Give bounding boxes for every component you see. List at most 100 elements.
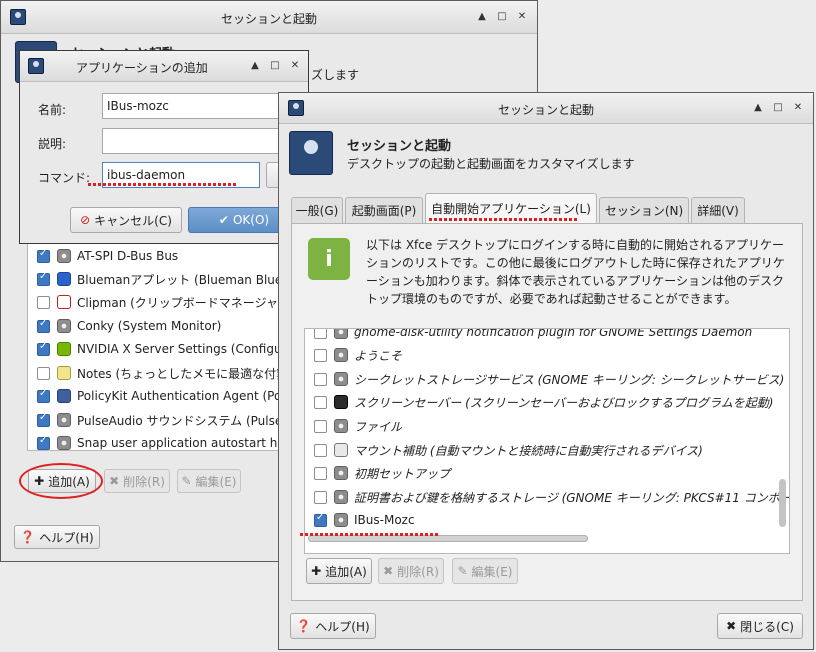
checkbox[interactable] (37, 295, 50, 309)
checkbox[interactable] (37, 435, 50, 450)
close-button[interactable]: ✖ 閉じる(C) (717, 613, 803, 639)
cancel-icon: ⊘ (80, 213, 91, 227)
close-icon[interactable]: ✕ (513, 9, 531, 25)
horizontal-scrollbar[interactable] (308, 535, 588, 542)
mount-icon (334, 443, 348, 457)
list-item[interactable]: gnome-disk-utility notification plugin f… (305, 329, 789, 343)
shade-icon[interactable]: ▲ (246, 58, 264, 74)
spell-underline (429, 218, 579, 221)
spell-underline (88, 183, 238, 186)
window-title: セッションと起動 (220, 12, 317, 26)
window-title: セッションと起動 (497, 103, 594, 117)
list-item[interactable]: Conky (System Monitor) (28, 315, 286, 337)
close-icon[interactable]: ✕ (789, 100, 807, 116)
close-icon: ✖ (726, 619, 737, 633)
gear-icon (334, 372, 348, 386)
edit-button[interactable]: ✎ 編集(E) (452, 558, 518, 584)
autostart-list[interactable]: gnome-disk-utility notification plugin f… (304, 328, 790, 554)
screensaver-icon (334, 395, 348, 409)
list-item[interactable]: AT-SPI D-Bus Bus (28, 245, 286, 267)
shade-icon[interactable]: ▲ (749, 100, 767, 116)
tab-general[interactable]: 一般(G) (291, 197, 343, 223)
checkbox[interactable] (314, 329, 327, 339)
list-item[interactable]: PolicyKit Authentication Agent (Policy (28, 385, 286, 407)
list-item[interactable]: 証明書および鍵を格納するストレージ (GNOME キーリング: PKCS#11 … (305, 486, 789, 508)
checkbox[interactable] (37, 366, 50, 380)
add-button[interactable]: ✚ 追加(A) (306, 558, 372, 584)
list-item[interactable]: NVIDIA X Server Settings (Configure (28, 338, 286, 360)
list-item[interactable]: シークレットストレージサービス (GNOME キーリング: シークレットサービス… (305, 368, 789, 390)
list-item[interactable]: ようこそ (305, 344, 789, 366)
front-window: セッションと起動 ▲ □ ✕ セッションと起動 デスクトップの起動と起動画面をカ… (278, 92, 814, 650)
delete-button[interactable]: ✖ 削除(R) (104, 469, 170, 493)
checkbox[interactable] (37, 248, 50, 263)
help-button[interactable]: ❓ ヘルプ(H) (290, 613, 376, 639)
list-item[interactable]: マウント補助 (自動マウントと接続時に自動実行されるデバイス) (305, 439, 789, 461)
vertical-scrollbar[interactable] (779, 479, 786, 527)
list-item[interactable]: PulseAudio サウンドシステム (PulseA (28, 409, 286, 431)
bluetooth-icon (57, 272, 71, 286)
checkbox[interactable] (314, 372, 327, 386)
delete-icon: ✖ (109, 474, 120, 488)
name-label: 名前: (38, 103, 67, 117)
gear-icon (334, 348, 348, 362)
checkbox[interactable] (314, 348, 327, 362)
checkbox[interactable] (37, 412, 50, 427)
checkbox[interactable] (37, 341, 50, 356)
list-item[interactable]: IBus-Mozc (305, 509, 789, 531)
checkbox[interactable] (314, 419, 327, 433)
maximize-icon[interactable]: □ (493, 9, 511, 25)
header-icon (289, 131, 333, 175)
info-text: 以下は Xfce デスクトップにログインする時に自動的に開始されるアプリケーショ… (366, 238, 785, 306)
checkbox[interactable] (314, 395, 327, 409)
delete-button[interactable]: ✖ 削除(R) (378, 558, 444, 584)
help-button[interactable]: ❓ ヘルプ(H) (14, 525, 100, 549)
cancel-button[interactable]: ⊘ キャンセル(C) (70, 207, 182, 233)
autostart-list[interactable]: AT-SPI D-Bus Bus Bluemanアプレット (Blueman B… (27, 241, 287, 451)
checkbox[interactable] (37, 271, 50, 286)
shade-icon[interactable]: ▲ (473, 9, 491, 25)
list-item[interactable]: Clipman (クリップボードマネージャー (28, 291, 286, 313)
list-item[interactable]: Snap user application autostart helpe (28, 432, 286, 450)
checkbox[interactable] (314, 443, 327, 457)
gear-icon (57, 436, 71, 450)
close-icon[interactable]: ✕ (286, 58, 304, 74)
name-field[interactable]: IBus-mozc (102, 93, 302, 119)
maximize-icon[interactable]: □ (266, 58, 284, 74)
help-icon: ❓ (296, 619, 312, 633)
checkbox[interactable] (37, 318, 50, 333)
gear-icon (334, 490, 348, 504)
checkbox[interactable] (314, 490, 327, 504)
header-subtitle: デスクトップの起動と起動画面をカスタマイズします (347, 157, 635, 171)
nvidia-icon (57, 342, 71, 356)
list-item[interactable]: スクリーンセーバー (スクリーンセーバーおよびロックするプログラムを起動) (305, 391, 789, 413)
checkbox[interactable] (314, 512, 327, 527)
description-field[interactable] (102, 128, 302, 154)
back-window-titlebar[interactable]: セッションと起動 ▲ □ ✕ (1, 1, 537, 34)
clipboard-icon (57, 295, 71, 309)
tab-panel: i 以下は Xfce デスクトップにログインする時に自動的に開始されるアプリケー… (291, 223, 803, 601)
dialog-titlebar[interactable]: アプリケーションの追加 ▲ □ ✕ (20, 51, 308, 82)
edit-button[interactable]: ✎ 編集(E) (177, 469, 241, 493)
front-window-titlebar[interactable]: セッションと起動 ▲ □ ✕ (279, 93, 813, 124)
highlight-circle (19, 463, 103, 499)
list-item[interactable]: Notes (ちょっとしたメモに最適な付箋 (28, 362, 286, 384)
gear-icon (334, 329, 348, 339)
tab-splash[interactable]: 起動画面(P) (345, 197, 423, 223)
help-icon: ❓ (20, 530, 36, 544)
gear-icon (334, 466, 348, 480)
gear-icon (57, 249, 71, 263)
list-item[interactable]: 初期セットアップ (305, 462, 789, 484)
tab-session[interactable]: セッション(N) (599, 197, 689, 223)
dialog-title: アプリケーションの追加 (76, 61, 208, 75)
command-label: コマンド: (38, 171, 91, 185)
spell-underline (300, 533, 440, 536)
checkbox[interactable] (314, 466, 327, 480)
checkbox[interactable] (37, 388, 50, 403)
maximize-icon[interactable]: □ (769, 100, 787, 116)
list-item[interactable]: ファイル (305, 415, 789, 437)
tab-advanced[interactable]: 詳細(V) (691, 197, 745, 223)
shield-icon (57, 389, 71, 403)
list-item[interactable]: Bluemanアプレット (Blueman Blueto (28, 268, 286, 290)
edit-icon: ✎ (457, 564, 468, 578)
